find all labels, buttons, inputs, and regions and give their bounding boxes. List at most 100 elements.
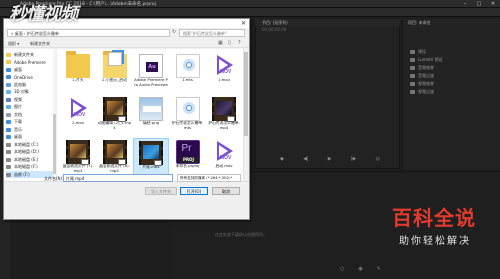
refresh-icon[interactable]: ↻ [172, 29, 176, 35]
filename-input[interactable]: 片尾.mp4 [63, 174, 173, 182]
wrench-icon[interactable]: ✎ [377, 266, 381, 272]
file-item[interactable]: 片尾.mp4 [133, 138, 169, 178]
desktop-icon [6, 135, 11, 139]
effects-tree-label: 视频效果 [418, 81, 434, 86]
effects-tree-item[interactable]: Lumetri 预设 [410, 56, 443, 64]
step-back-icon[interactable]: ◀| [303, 156, 309, 164]
file-label: 动图编辑 (2)_1.mp4 [97, 121, 132, 130]
icon-part [186, 106, 191, 110]
file-item[interactable]: 晶莹剔透文件 (7).mp4 [60, 138, 96, 178]
help-icon[interactable]: ? [238, 40, 241, 46]
nav-item[interactable]: 本地磁盘 (F:) [6, 164, 38, 171]
icon-part [107, 52, 122, 66]
effects-tree-item[interactable]: 视频过渡 [410, 88, 443, 96]
effects-tree-label: 音频过渡 [418, 73, 434, 78]
nav-item-label: 本地磁盘 (F:) [14, 164, 38, 169]
import-folder-button[interactable]: 导入文件夹 [145, 187, 177, 195]
nav-item[interactable]: 音乐 [6, 126, 22, 133]
nav-item-label: 本地磁盘 (D:) [14, 149, 39, 154]
nav-item[interactable]: 桌面 [6, 134, 22, 141]
icon-part: PROJ [179, 157, 198, 163]
folder-icon [410, 66, 415, 70]
drive-icon [6, 142, 11, 147]
folder-icon [66, 51, 90, 78]
cancel-button[interactable]: 取消 [212, 187, 240, 195]
navigation-scrollbar-thumb[interactable] [53, 114, 56, 174]
nav-item-label: 视频 [14, 96, 22, 102]
file-list-scrollbar-thumb[interactable] [244, 52, 248, 136]
effects-tree-item[interactable]: 视频效果 [410, 80, 443, 88]
file-label: 未命名.prproj [175, 164, 200, 168]
file-item[interactable]: 1-片头 [60, 51, 96, 92]
video-thumbnail-icon [102, 97, 127, 122]
file-label: 片尾.mp4 [142, 165, 160, 169]
file-item[interactable]: Au Adobe Premiere Pro Audio Previews [133, 52, 169, 92]
audio-previews-icon: Au [139, 54, 163, 78]
watermark-subtitle: 助你轻松解决 [399, 236, 471, 247]
nav-item[interactable]: OneDrive [6, 74, 33, 81]
dialog-close-icon[interactable]: ✕ [241, 20, 246, 27]
nav-item[interactable]: 桌面 [6, 66, 22, 73]
icon-part [81, 159, 89, 165]
close-icon[interactable]: ✕ [486, 0, 500, 8]
mark-in-icon[interactable]: ◆ [280, 156, 284, 164]
nav-item[interactable]: 图片 [6, 104, 22, 111]
nav-item[interactable]: 此电脑 [6, 81, 26, 88]
effects-tree-item[interactable]: 音频过渡 [410, 72, 443, 80]
mov-file-icon: MOV [212, 54, 236, 78]
nav-item[interactable]: 本地磁盘 (D:) [6, 149, 39, 156]
folder-icon [6, 60, 11, 64]
organize-button[interactable]: 组织 ▾ [8, 41, 19, 47]
effects-tree-item[interactable]: 预设 [410, 48, 443, 56]
file-item[interactable]: 动图编辑 (2)_1.mp4 [97, 95, 133, 135]
zoom-out-icon[interactable]: ○ [340, 266, 344, 272]
effects-tree-label: 预设 [418, 49, 426, 54]
file-item[interactable]: 晶莹剔透文件 (8).mp4 [97, 138, 133, 178]
open-button[interactable]: 打开(O) [180, 187, 208, 195]
timecode: 00;00;00;00 [262, 27, 287, 32]
minimize-icon[interactable]: – [458, 0, 472, 8]
program-monitor-tab[interactable]: 节目: (无序列) [262, 20, 288, 26]
maximize-icon[interactable]: □ [472, 0, 486, 8]
file-item[interactable]: Pr PROJ 未命名.prproj [170, 138, 206, 178]
search-input[interactable]: 搜索"护石传说怎么撤单" [179, 29, 245, 37]
nav-item-label: 此电脑 [14, 81, 26, 87]
file-item[interactable]: 2-小图示_启动 [97, 50, 133, 92]
computer-icon [6, 82, 11, 87]
view-options-icon[interactable]: ▦ [218, 40, 223, 46]
file-item[interactable]: 1.mts [170, 52, 206, 92]
file-item[interactable]: 护石传说怎么撤单.mts [170, 95, 206, 135]
premiere-project-icon: Pr PROJ [175, 140, 200, 164]
icon-part: MOV [220, 69, 232, 75]
icon-part [154, 160, 162, 166]
file-item[interactable]: 护石传说怎么撤单.mp4 [206, 95, 242, 135]
file-item[interactable]: MOV 启动.mov [206, 138, 242, 178]
nav-item[interactable]: 3D 对象 [6, 89, 29, 96]
file-type-select[interactable]: 所有支持的媒体 (*.264;*.3G2;* [177, 174, 241, 182]
video-thumbnail-icon [66, 140, 90, 165]
nav-item[interactable]: 本地磁盘 (C:) [6, 141, 39, 148]
file-item[interactable]: 痛经.png [133, 95, 169, 135]
zoom-in-icon[interactable]: ◉ [358, 266, 362, 272]
file-item[interactable]: MOV 2.mov [60, 95, 96, 135]
nav-item[interactable]: 新建文件夹 [6, 51, 34, 58]
preview-pane-icon[interactable]: ▯ [228, 40, 231, 46]
nav-item[interactable]: 视频 [6, 96, 22, 103]
play-icon[interactable]: ▶ [328, 156, 332, 164]
timeline-empty-message: 在此处放下媒体以创建序列。 [215, 232, 267, 237]
new-folder-button[interactable]: 新建文件夹 [30, 41, 50, 47]
effects-tree-item[interactable]: 音频效果 [410, 64, 443, 72]
file-item[interactable]: MOV 1.mov [206, 52, 242, 92]
step-forward-icon[interactable]: |▶ [351, 156, 357, 164]
nav-item[interactable]: 下载 [6, 119, 22, 126]
address-bar[interactable]: « 桌面 › 护石传说怎么撤单 [7, 29, 170, 37]
file-label: 晶莹剔透文件 (8).mp4 [99, 164, 130, 173]
export-frame-icon[interactable]: ◎ [376, 156, 380, 164]
program-monitor[interactable] [255, 19, 400, 169]
nav-item[interactable]: Adobe Premiere [6, 59, 46, 66]
project-panel-tab[interactable]: 项目: 未命名 [408, 20, 431, 26]
nav-item[interactable]: 本地磁盘 (E:) [6, 156, 38, 163]
nav-item[interactable]: 文档 [6, 111, 22, 118]
nav-item-label: 新建文件夹 [14, 51, 34, 57]
drive-icon [6, 150, 11, 154]
